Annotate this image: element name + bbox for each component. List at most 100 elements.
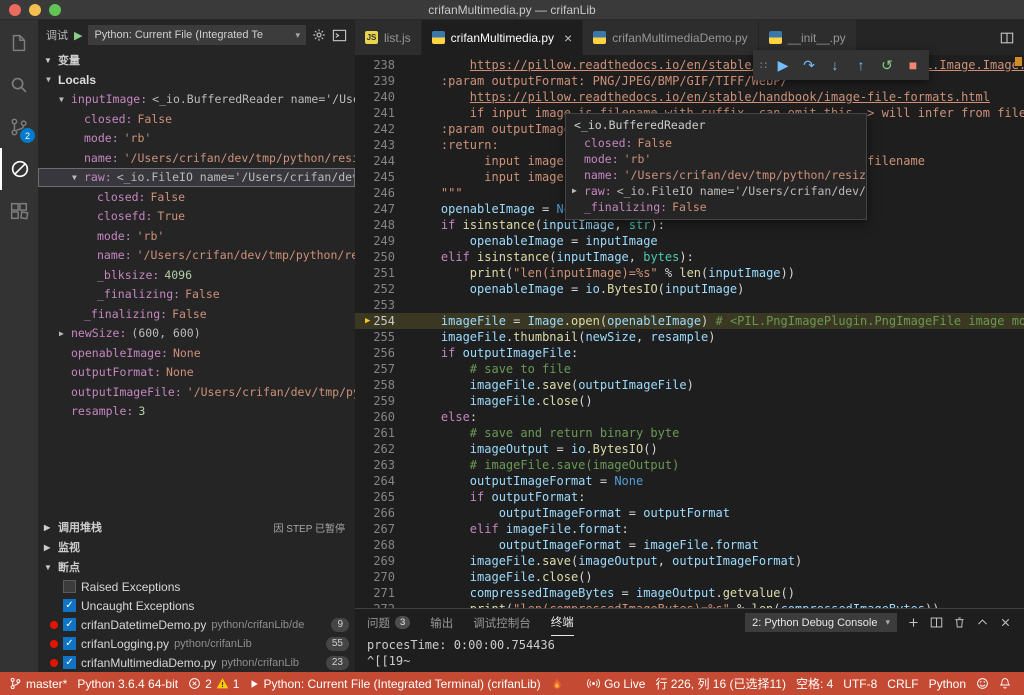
continue-icon[interactable]: ▶ xyxy=(770,57,796,74)
variable-row[interactable]: outputFormat:None xyxy=(38,363,355,383)
debug-icon[interactable] xyxy=(0,148,38,190)
editor-tab[interactable]: crifanMultimedia.py× xyxy=(422,20,584,55)
close-window-button[interactable] xyxy=(9,4,21,16)
twisty-icon[interactable]: ▶ xyxy=(59,329,71,338)
code-line[interactable]: 250 elif isinstance(inputImage, bytes): xyxy=(355,249,1024,265)
start-debug-icon[interactable]: ▶ xyxy=(74,29,82,42)
code-line[interactable]: 262 imageOutput = io.BytesIO() xyxy=(355,441,1024,457)
variable-row[interactable]: closefd:True xyxy=(38,207,355,227)
code-line[interactable]: 252 openableImage = io.BytesIO(inputImag… xyxy=(355,281,1024,297)
terminal-output[interactable]: procesTime: 0:00:00.754436^[[19~ xyxy=(355,636,1024,672)
code-line[interactable]: 249 openableImage = inputImage xyxy=(355,233,1024,249)
language-mode-status-item[interactable]: Python xyxy=(924,672,971,695)
checkbox[interactable]: ✓ xyxy=(63,599,76,612)
split-terminal-icon[interactable] xyxy=(930,616,943,629)
variable-row[interactable]: closed:False xyxy=(38,187,355,207)
breakpoints-section-header[interactable]: ▼ 断点 xyxy=(38,557,355,577)
hover-variable-row[interactable]: ▶raw:<_io.FileIO name='/Users/crifan/dev… xyxy=(566,183,866,199)
terminal-select-dropdown[interactable]: 2: Python Debug Console ▾ xyxy=(745,613,897,632)
variables-section-header[interactable]: ▼ 变量 xyxy=(38,50,355,70)
code-line[interactable]: 266 outputImageFormat = outputFormat xyxy=(355,505,1024,521)
notifications-status-item[interactable] xyxy=(994,672,1016,695)
checkbox[interactable]: ✓ xyxy=(63,637,76,650)
extensions-icon[interactable] xyxy=(0,190,38,232)
twisty-icon[interactable]: ▼ xyxy=(46,75,58,84)
breakpoint-row[interactable]: ✓crifanDatetimeDemo.pypython/crifanLib/d… xyxy=(38,615,355,634)
hover-variable-row[interactable]: _finalizing:False xyxy=(566,199,866,215)
breakpoint-row[interactable]: ✓crifanMultimediaDemo.pypython/crifanLib… xyxy=(38,653,355,672)
indentation-status-item[interactable]: 空格: 4 xyxy=(791,672,838,695)
variable-row[interactable]: mode:'rb' xyxy=(38,129,355,149)
hover-variable-row[interactable]: closed:False xyxy=(566,135,866,151)
editor-tab[interactable]: JSlist.js xyxy=(355,20,422,55)
close-icon[interactable]: × xyxy=(564,31,572,45)
cursor-position-status-item[interactable]: 行 226, 列 16 (已选择11) xyxy=(650,672,791,695)
new-terminal-icon[interactable] xyxy=(907,616,920,629)
debug-configuration-status-item[interactable]: Python: Current File (Integrated Termina… xyxy=(244,672,545,695)
variable-row[interactable]: name:'/Users/crifan/dev/tmp/python/resiz… xyxy=(38,148,355,168)
breakpoint-row[interactable]: ✓crifanLogging.pypython/crifanLib55 xyxy=(38,634,355,653)
python-interpreter-status-item[interactable]: Python 3.6.4 64-bit xyxy=(72,672,183,695)
split-editor-icon[interactable] xyxy=(1000,31,1014,45)
variable-row[interactable]: ▼inputImage:<_io.BufferedReader name='/U… xyxy=(38,90,355,110)
checkbox[interactable]: ✓ xyxy=(63,618,76,631)
variable-row[interactable]: _blksize:4096 xyxy=(38,265,355,285)
editor-tab[interactable]: crifanMultimediaDemo.py xyxy=(583,20,758,55)
code-line[interactable]: 268 outputImageFormat = imageFile.format xyxy=(355,537,1024,553)
go-live-status-item[interactable]: Go Live xyxy=(582,672,650,695)
checkbox[interactable] xyxy=(63,580,76,593)
code-line[interactable]: 240 https://pillow.readthedocs.io/en/sta… xyxy=(355,89,1024,105)
maximize-panel-icon[interactable] xyxy=(976,616,989,629)
breakpoint-row[interactable]: ✓Uncaught Exceptions xyxy=(38,596,355,615)
code-line[interactable]: 255 imageFile.thumbnail(newSize, resampl… xyxy=(355,329,1024,345)
code-line[interactable]: 271 compressedImageBytes = imageOutput.g… xyxy=(355,585,1024,601)
code-line[interactable]: 269 imageFile.save(imageOutput, outputIm… xyxy=(355,553,1024,569)
code-line[interactable]: 260 else: xyxy=(355,409,1024,425)
variable-row[interactable]: _finalizing:False xyxy=(38,285,355,305)
stop-icon[interactable]: ■ xyxy=(900,57,926,73)
code-line[interactable]: 256 if outputImageFile: xyxy=(355,345,1024,361)
checkbox[interactable]: ✓ xyxy=(63,656,76,669)
variable-row[interactable]: ▶newSize:(600, 600) xyxy=(38,324,355,344)
twisty-icon[interactable]: ▶ xyxy=(572,183,584,199)
variable-row[interactable]: outputImageFile:'/Users/crifan/dev/tmp/p… xyxy=(38,382,355,402)
code-line[interactable]: 253 xyxy=(355,297,1024,313)
hover-variable-row[interactable]: name:'/Users/crifan/dev/tmp/python/resiz… xyxy=(566,167,866,183)
watch-section-header[interactable]: ▶ 监视 xyxy=(38,537,355,557)
code-line[interactable]: 270 imageFile.close() xyxy=(355,569,1024,585)
panel-tab[interactable]: 调试控制台 xyxy=(473,609,531,636)
code-line[interactable]: 264 outputImageFormat = None xyxy=(355,473,1024,489)
gear-icon[interactable] xyxy=(312,28,326,42)
panel-tab[interactable]: 问题3 xyxy=(367,609,410,636)
code-line[interactable]: 263 # imageFile.save(imageOutput) xyxy=(355,457,1024,473)
variable-row[interactable]: closed:False xyxy=(38,109,355,129)
variable-row[interactable]: name:'/Users/crifan/dev/tmp/python/resiz… xyxy=(38,246,355,266)
panel-tab[interactable]: 输出 xyxy=(430,609,453,636)
step-into-icon[interactable]: ↓ xyxy=(822,57,848,73)
variable-row[interactable]: _finalizing:False xyxy=(38,304,355,324)
step-out-icon[interactable]: ↑ xyxy=(848,57,874,73)
variable-row[interactable]: resample:3 xyxy=(38,402,355,422)
encoding-status-item[interactable]: UTF-8 xyxy=(838,672,882,695)
twisty-icon[interactable]: ▼ xyxy=(72,173,84,182)
explorer-icon[interactable] xyxy=(0,22,38,64)
code-line[interactable]: 257 # save to file xyxy=(355,361,1024,377)
restart-icon[interactable]: ↺ xyxy=(874,57,900,74)
open-debug-console-icon[interactable] xyxy=(332,28,347,43)
step-over-icon[interactable]: ↷ xyxy=(796,57,822,74)
flame-extension-status-item[interactable] xyxy=(546,672,568,695)
minimize-window-button[interactable] xyxy=(29,4,41,16)
code-line[interactable]: 261 # save and return binary byte xyxy=(355,425,1024,441)
problems-status-item[interactable]: 21 xyxy=(183,672,244,695)
search-icon[interactable] xyxy=(0,64,38,106)
panel-tab[interactable]: 终端 xyxy=(551,609,574,636)
debug-configuration-dropdown[interactable]: Python: Current File (Integrated Te ▾ xyxy=(88,25,306,45)
code-line[interactable]: 267 elif imageFile.format: xyxy=(355,521,1024,537)
feedback-status-item[interactable] xyxy=(971,672,994,695)
scope-row[interactable]: ▼Locals xyxy=(38,70,355,90)
zoom-window-button[interactable] xyxy=(49,4,61,16)
source-control-icon[interactable]: 2 xyxy=(0,106,38,148)
variable-row[interactable]: mode:'rb' xyxy=(38,226,355,246)
call-stack-section-header[interactable]: ▶ 调用堆栈 因 STEP 已暂停 xyxy=(38,517,355,537)
twisty-icon[interactable]: ▼ xyxy=(59,95,71,104)
